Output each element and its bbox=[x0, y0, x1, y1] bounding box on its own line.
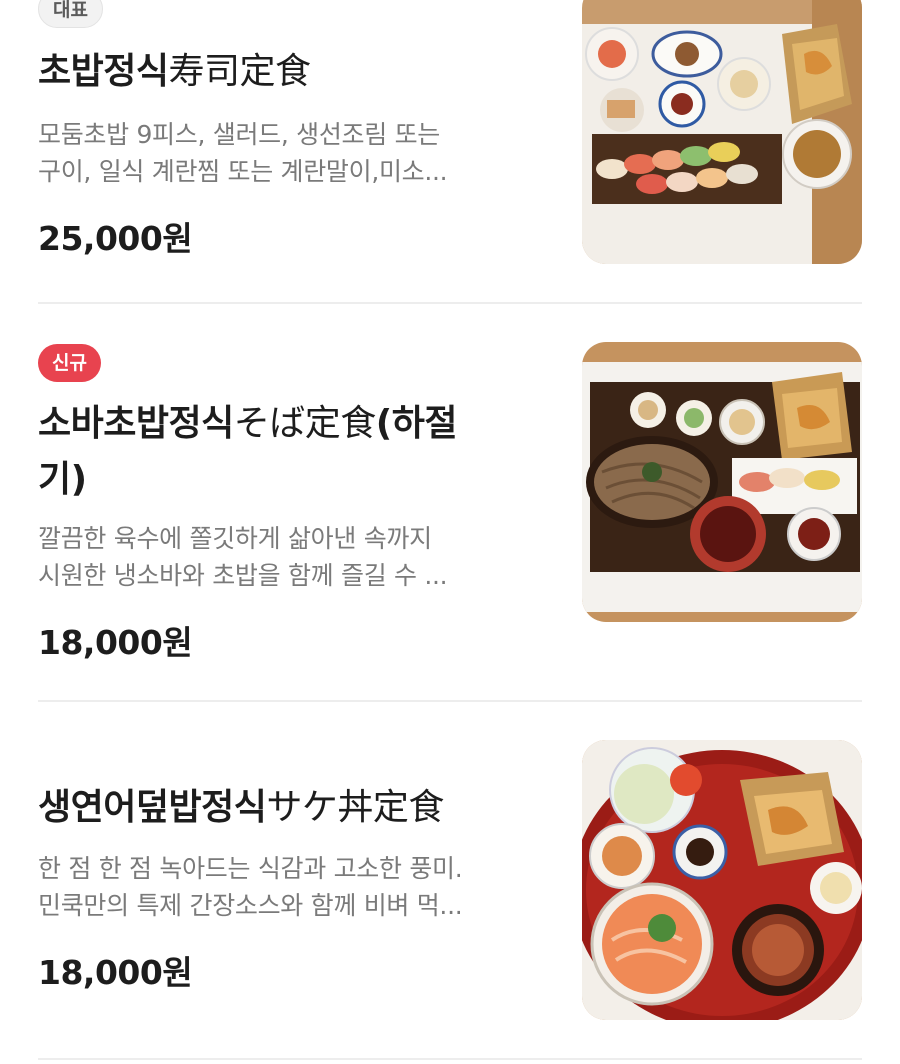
menu-item-description: 한 점 한 점 녹아드는 식감과 고소한 풍미. 민쿡만의 특제 간장소스와 함… bbox=[38, 850, 538, 924]
menu-item-salmon-bowl-set[interactable]: 생연어덮밥정식サケ丼定食 한 점 한 점 녹아드는 식감과 고소한 풍미. 민쿡… bbox=[38, 740, 862, 1022]
menu-item-price: 18,000원 bbox=[38, 623, 193, 662]
salmon-bowl-set-photo bbox=[582, 740, 862, 1020]
divider bbox=[38, 700, 862, 702]
food-photo-icon bbox=[582, 342, 862, 622]
divider bbox=[38, 302, 862, 304]
description-line: 시원한 냉소바와 초밥을 함께 즐길 수 ... bbox=[38, 561, 448, 590]
menu-item-sushi-set[interactable]: 대표 초밥정식寿司定食 모둠초밥 9피스, 샐러드, 생선조림 또는 구이, 일… bbox=[38, 0, 862, 280]
menu-list: 대표 초밥정식寿司定食 모둠초밥 9피스, 샐러드, 생선조림 또는 구이, 일… bbox=[0, 0, 900, 1064]
title-suffix: (하절 bbox=[375, 403, 458, 444]
menu-item-description: 깔끔한 육수에 쫄깃하게 삶아낸 속까지 시원한 냉소바와 초밥을 함께 즐길 … bbox=[38, 520, 538, 594]
sushi-set-photo bbox=[582, 0, 862, 264]
title-line-2: 기) bbox=[38, 459, 87, 500]
title-korean: 소바초밥정식 bbox=[38, 403, 234, 444]
title-korean: 생연어덮밥정식 bbox=[38, 787, 267, 828]
menu-item-description: 모둠초밥 9피스, 샐러드, 생선조림 또는 구이, 일식 계란찜 또는 계란말… bbox=[38, 116, 538, 190]
description-line: 민쿡만의 특제 간장소스와 함께 비벼 먹... bbox=[38, 891, 463, 920]
title-japanese: そば定食 bbox=[233, 403, 377, 444]
menu-item-price: 25,000원 bbox=[38, 219, 193, 258]
badge-representative: 대표 bbox=[38, 0, 103, 28]
food-photo-icon bbox=[582, 0, 862, 264]
description-line: 한 점 한 점 녹아드는 식감과 고소한 풍미. bbox=[38, 854, 463, 883]
divider bbox=[38, 1058, 862, 1060]
menu-item-title: 생연어덮밥정식サケ丼定食 bbox=[38, 780, 444, 836]
menu-item-soba-set[interactable]: 신규 소바초밥정식そば定食(하절 기) 깔끔한 육수에 쫄깃하게 삶아낸 속까지… bbox=[38, 342, 862, 662]
badge-new: 신규 bbox=[38, 344, 101, 382]
title-korean: 초밥정식 bbox=[38, 51, 169, 92]
food-photo-icon bbox=[582, 740, 862, 1020]
title-japanese: 寿司定食 bbox=[168, 51, 311, 92]
menu-item-title: 초밥정식寿司定食 bbox=[38, 44, 311, 100]
title-japanese: サケ丼定食 bbox=[266, 787, 444, 828]
description-line: 모둠초밥 9피스, 샐러드, 생선조림 또는 bbox=[38, 120, 440, 149]
description-line: 구이, 일식 계란찜 또는 계란말이,미소... bbox=[38, 157, 448, 186]
menu-item-price: 18,000원 bbox=[38, 953, 193, 992]
description-line: 깔끔한 육수에 쫄깃하게 삶아낸 속까지 bbox=[38, 524, 432, 553]
menu-item-title: 소바초밥정식そば定食(하절 기) bbox=[38, 396, 457, 508]
soba-set-photo bbox=[582, 342, 862, 622]
